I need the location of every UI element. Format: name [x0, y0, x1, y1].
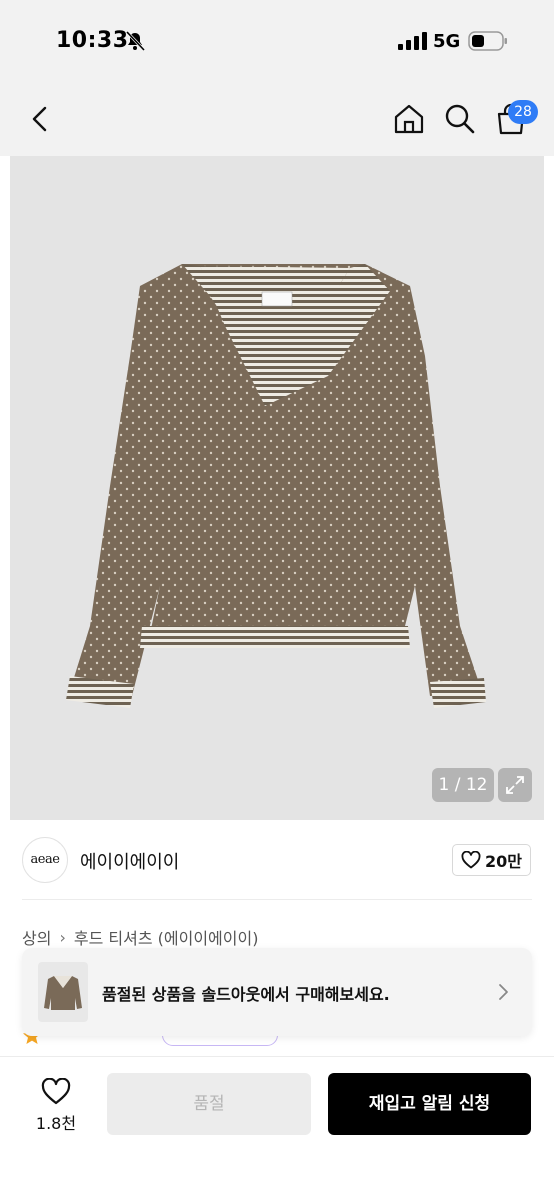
- image-counter: 1 / 12: [432, 768, 494, 802]
- brand-logo[interactable]: aeae: [22, 837, 68, 883]
- brand-name[interactable]: 에이이에이이: [80, 848, 179, 874]
- chevron-right-icon: [499, 984, 508, 1000]
- search-icon[interactable]: [443, 102, 477, 136]
- wishlist-count: 1.8천: [35, 1114, 77, 1133]
- top-nav-bar: [0, 84, 554, 156]
- breadcrumb-category[interactable]: 상의: [22, 925, 51, 949]
- expand-icon: [506, 776, 524, 794]
- back-icon[interactable]: [24, 102, 58, 136]
- battery-icon: [468, 31, 507, 51]
- soldout-banner[interactable]: 품절된 상품을 솔드아웃에서 구매해보세요.: [22, 948, 532, 1036]
- chevron-right-icon: ›: [59, 927, 66, 947]
- expand-image-button[interactable]: [498, 768, 532, 802]
- signal-icon: [398, 32, 427, 50]
- status-time: 10:33: [56, 28, 129, 53]
- restock-alert-button[interactable]: 재입고 알림 신청: [328, 1073, 531, 1135]
- soldout-button: 품절: [107, 1073, 311, 1135]
- cart-count-badge[interactable]: 28: [508, 100, 538, 124]
- wishlist-button[interactable]: 1.8천: [26, 1074, 86, 1134]
- product-image[interactable]: [10, 156, 544, 820]
- home-icon[interactable]: [392, 102, 426, 136]
- brand-like-count: 20만: [485, 852, 522, 871]
- hoodie-illustration: [66, 264, 486, 708]
- heart-icon: [41, 1078, 71, 1105]
- bell-muted-icon: [125, 30, 146, 52]
- breadcrumb: 상의 › 후드 티셔츠 (에이이에이이): [22, 925, 258, 949]
- network-label: 5G: [433, 31, 461, 52]
- banner-product-thumbnail: [38, 962, 88, 1022]
- heart-icon: [461, 851, 481, 869]
- divider: [22, 899, 532, 900]
- breadcrumb-subcategory[interactable]: 후드 티셔츠 (에이이에이이): [74, 925, 259, 949]
- soldout-banner-text: 품절된 상품을 솔드아웃에서 구매해보세요.: [102, 985, 390, 1004]
- brand-like-button[interactable]: 20만: [452, 844, 531, 876]
- status-bar: 10:33 5G: [0, 0, 554, 84]
